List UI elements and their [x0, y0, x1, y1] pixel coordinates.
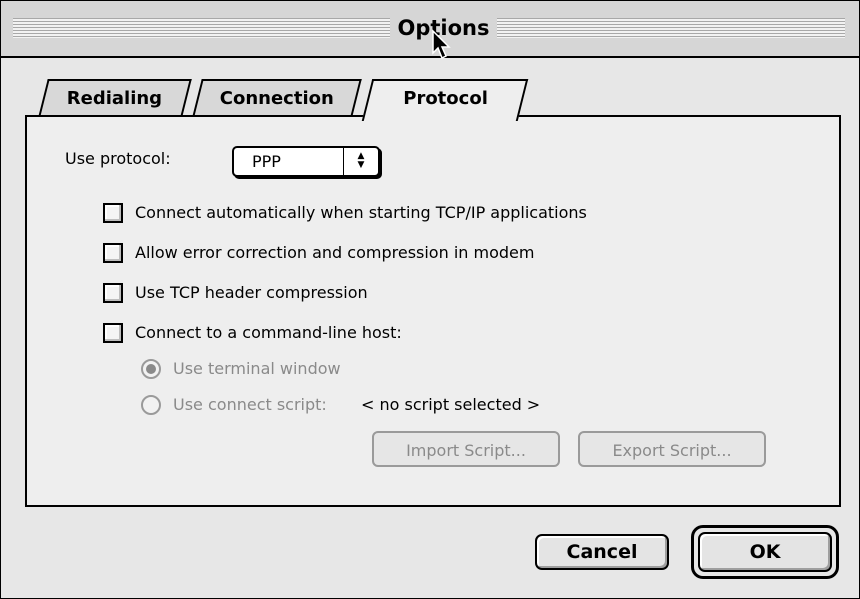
tab-protocol-label: Protocol	[402, 88, 488, 109]
tab-connection[interactable]: Connection	[192, 79, 362, 117]
title-bar-stripes-right	[497, 18, 845, 38]
checkbox-error-correction-label: Allow error correction and compression i…	[135, 243, 535, 262]
radio-terminal-window-label: Use terminal window	[173, 359, 341, 378]
title-bar-stripes-left	[13, 18, 390, 38]
script-status-text: < no script selected >	[361, 395, 541, 414]
tab-redialing-label: Redialing	[67, 88, 163, 109]
tab-protocol[interactable]: Protocol	[361, 79, 529, 121]
protocol-selected-value: PPP	[252, 152, 281, 171]
up-down-arrows-icon: ▲ ▼	[343, 148, 378, 175]
checkbox-tcp-header-compression-label: Use TCP header compression	[135, 283, 368, 302]
title-bar[interactable]: Options	[1, 1, 859, 60]
import-script-button[interactable]: Import Script...	[372, 431, 560, 467]
protocol-popup-menu[interactable]: PPP ▲ ▼	[232, 146, 380, 177]
tab-redialing[interactable]: Redialing	[38, 79, 192, 117]
mouse-cursor-icon	[432, 29, 451, 60]
checkbox-connect-automatically-label: Connect automatically when starting TCP/…	[135, 203, 587, 222]
checkbox-command-line-host[interactable]	[103, 323, 123, 343]
checkbox-tcp-header-compression[interactable]	[103, 283, 123, 303]
radio-terminal-window[interactable]	[141, 359, 161, 379]
tab-connection-label: Connection	[219, 88, 334, 109]
checkbox-command-line-host-label: Connect to a command-line host:	[135, 323, 402, 342]
radio-connect-script[interactable]	[141, 395, 161, 415]
checkbox-connect-automatically[interactable]	[103, 203, 123, 223]
cancel-button[interactable]: Cancel	[535, 534, 669, 570]
ok-button[interactable]: OK	[698, 532, 832, 572]
use-protocol-label: Use protocol:	[65, 149, 171, 168]
export-script-button[interactable]: Export Script...	[578, 431, 766, 467]
radio-connect-script-label: Use connect script:	[173, 395, 327, 414]
options-window: Options Redialing Connection Protocol Us…	[0, 0, 860, 599]
checkbox-error-correction[interactable]	[103, 243, 123, 263]
protocol-panel: Use protocol: PPP ▲ ▼ Connect automatical…	[25, 115, 841, 507]
